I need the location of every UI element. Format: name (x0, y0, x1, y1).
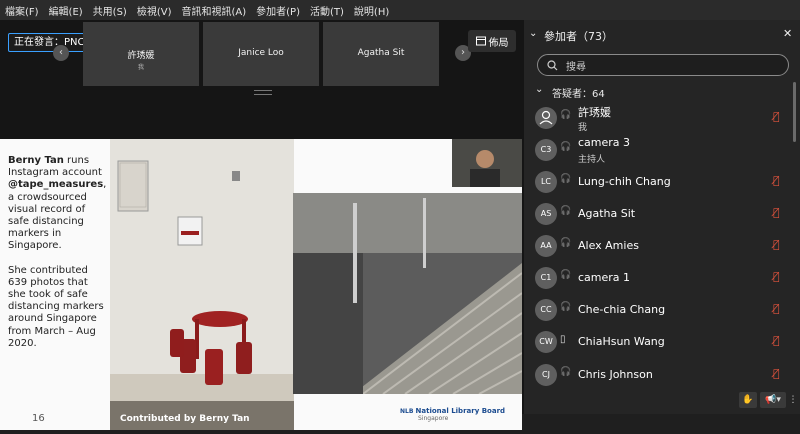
participant-row[interactable]: LC 🎧 Lung-chih Chang 🎙̸ (524, 166, 792, 198)
slide-text: Berny Tan runs Instagram account @tape_m… (8, 155, 108, 350)
menu-bar: 檔案(F) 編輯(E) 共用(S) 檢視(V) 音訊和視訊(A) 參加者(P) … (0, 0, 800, 20)
muted-mic-icon[interactable]: 🎙̸ (773, 367, 780, 380)
avatar: AS (535, 203, 557, 225)
collapse-chevron-icon[interactable]: ⌄ (529, 28, 537, 39)
panelists-group-header[interactable]: ⌄ 答疑者：64 (524, 82, 800, 100)
participant-row[interactable]: AS 🎧 Agatha Sit 🎙̸ (524, 198, 792, 230)
headset-icon: 🎧 (560, 206, 572, 216)
participant-role: 主持人 (578, 155, 606, 165)
video-thumbnail[interactable]: Agatha Sit (323, 22, 439, 86)
participant-row[interactable]: CC 🎧 Che-chia Chang 🎙̸ (524, 294, 792, 326)
muted-mic-icon[interactable]: 🎙̸ (773, 206, 780, 219)
reactions-button[interactable]: 📢▾ (760, 392, 786, 408)
participant-name: Agatha Sit (578, 207, 636, 220)
menu-participants[interactable]: 參加者(P) (251, 3, 305, 18)
participant-name: ChiaHsun Wang (578, 335, 665, 348)
search-placeholder: 搜尋 (566, 61, 586, 73)
participant-row[interactable]: C3 🎧 camera 3 主持人 (524, 134, 792, 166)
video-stage: 正在發言：PNC 2021 ‹ 許琇媛 我 Janice Loo Agatha … (0, 20, 524, 430)
layout-icon (475, 36, 486, 46)
avatar: LC (535, 171, 557, 193)
group-chevron-icon: ⌄ (535, 84, 544, 95)
thumbnail-name: Agatha Sit (357, 48, 405, 58)
avatar (535, 107, 557, 129)
search-icon (547, 59, 558, 70)
resize-grip[interactable] (254, 90, 272, 95)
thumbnail-subtitle: 我 (137, 64, 144, 71)
muted-mic-icon[interactable]: 🎙̸ (773, 110, 780, 123)
menu-file[interactable]: 檔案(F) (0, 3, 44, 18)
participant-name: camera 1 (578, 271, 631, 284)
panel-header: ⌄ 參加者（73） ✕ (524, 20, 800, 50)
slide-photo-stools (110, 139, 294, 430)
panel-scrollbar[interactable] (793, 82, 796, 142)
participant-row[interactable]: C1 🎧 camera 1 🎙̸ (524, 262, 792, 294)
raise-hand-button[interactable]: ✋ (739, 392, 757, 408)
participant-row[interactable]: AA 🎧 Alex Amies 🎙̸ (524, 230, 792, 262)
participant-name: 許琇媛 (578, 106, 611, 119)
slide-caption: Contributed by Berny Tan (120, 414, 250, 424)
headset-icon: 🎧 (560, 238, 572, 248)
participants-panel: ⌄ 參加者（73） ✕ 搜尋 ⌄ 答疑者：64 🎧 許琇媛我 🎙̸ C3 🎧 camera… (524, 20, 800, 414)
headset-icon: 🎧 (560, 110, 572, 120)
slide-photo-stairs (293, 193, 523, 395)
headset-icon: 🎧 (560, 174, 572, 184)
panel-title: 參加者（73） (544, 30, 613, 43)
slide-page-number: 16 (32, 413, 45, 424)
avatar: CW (535, 331, 557, 353)
panel-footer: ✋ 📢▾ ⋮ (524, 386, 800, 414)
thumbnail-name: Janice Loo (238, 48, 284, 58)
headset-icon: 🎧 (560, 270, 572, 280)
slide-author-name: Berny Tan (8, 155, 64, 166)
participant-name: Chris Johnson (578, 368, 653, 381)
slide-paragraph: She contributed 639 photos that she took… (8, 264, 104, 349)
shared-slide: Berny Tan runs Instagram account @tape_m… (0, 139, 523, 430)
menu-share[interactable]: 共用(S) (88, 3, 132, 18)
muted-mic-icon[interactable]: 🎙̸ (773, 270, 780, 283)
menu-help[interactable]: 說明(H) (349, 3, 394, 18)
video-thumbnail[interactable]: 許琇媛 我 (83, 22, 199, 86)
avatar: AA (535, 235, 557, 257)
muted-mic-icon[interactable]: 🎙̸ (773, 302, 780, 315)
participant-role: 我 (578, 123, 588, 133)
thumbnail-name: 許琇媛 (127, 51, 155, 61)
layout-label: 佈局 (488, 37, 509, 49)
user-icon (539, 110, 553, 125)
participant-row[interactable]: 🎧 許琇媛我 🎙̸ (524, 102, 792, 134)
nlb-logo-sub: Singapore (418, 415, 449, 422)
headset-icon: 🎧 (560, 302, 572, 312)
headset-icon: 🎧 (560, 142, 572, 152)
avatar: CC (535, 299, 557, 321)
avatar: CJ (535, 364, 557, 386)
participant-name: Alex Amies (578, 239, 639, 252)
participant-name: camera 3 (578, 136, 631, 149)
participant-name: Lung-chih Chang (578, 175, 671, 188)
menu-view[interactable]: 檢視(V) (132, 3, 177, 18)
menu-activities[interactable]: 活動(T) (305, 3, 349, 18)
phone-icon: ▯ (560, 334, 566, 345)
nlb-logo: NLB National Library Board Singapore (400, 407, 505, 422)
menu-audio-video[interactable]: 音訊和視訊(A) (177, 3, 252, 18)
menu-edit[interactable]: 編輯(E) (44, 3, 88, 18)
participant-name: Che-chia Chang (578, 303, 666, 316)
muted-mic-icon[interactable]: 🎙̸ (773, 238, 780, 251)
speaker-video-pip (452, 139, 522, 187)
muted-mic-icon[interactable]: 🎙̸ (773, 334, 780, 347)
group-label: 答疑者：64 (552, 89, 605, 100)
thumbnails-prev-button[interactable]: ‹ (53, 45, 69, 61)
video-thumbnail[interactable]: Janice Loo (203, 22, 319, 86)
layout-button[interactable]: 佈局 (468, 30, 516, 52)
search-field[interactable]: 搜尋 (537, 54, 789, 76)
muted-mic-icon[interactable]: 🎙̸ (773, 174, 780, 187)
participant-row[interactable]: CW ▯ ChiaHsun Wang 🎙̸ (524, 326, 792, 358)
headset-icon: 🎧 (560, 367, 572, 377)
avatar: C3 (535, 139, 557, 161)
close-icon[interactable]: ✕ (783, 27, 792, 40)
avatar: C1 (535, 267, 557, 289)
slide-instagram-handle: @tape_measures (8, 179, 104, 191)
more-options-icon[interactable]: ⋮ (788, 392, 798, 408)
